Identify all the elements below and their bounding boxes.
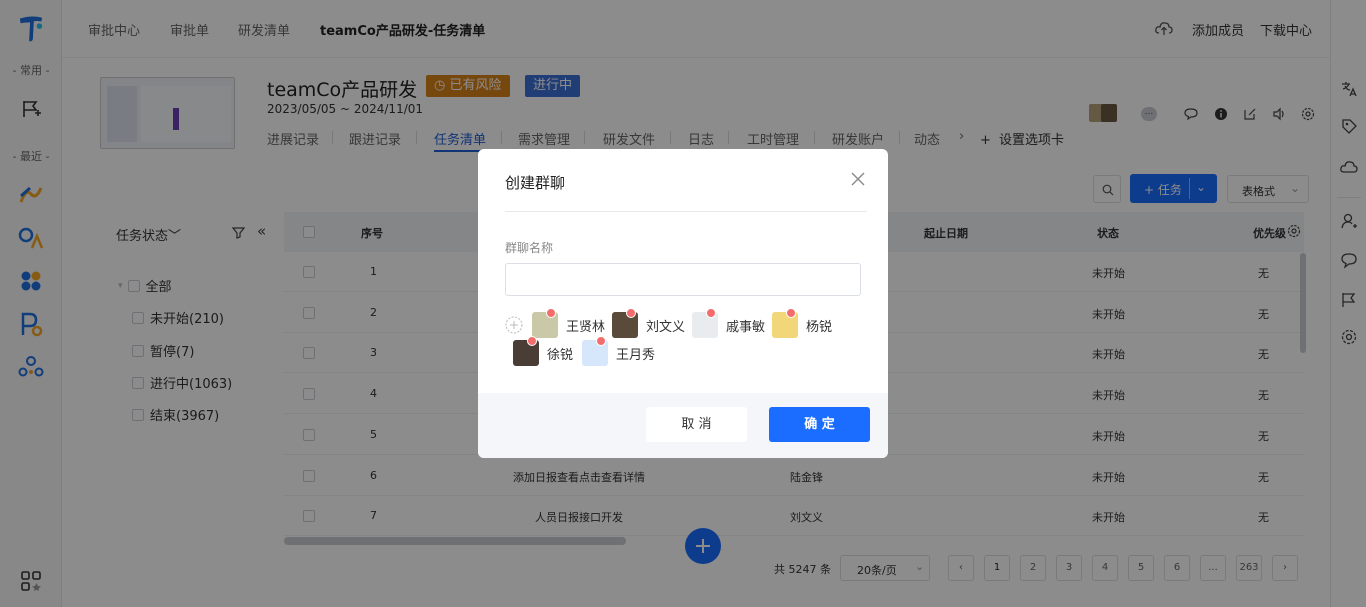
remove-member-icon[interactable] <box>706 308 716 318</box>
member-chip[interactable]: 王贤林 <box>532 308 606 338</box>
avatar <box>772 308 798 338</box>
modal-title: 创建群聊 <box>505 174 566 192</box>
group-name-input[interactable] <box>505 263 861 296</box>
remove-member-icon[interactable] <box>527 336 537 346</box>
close-icon[interactable] <box>850 171 866 187</box>
cancel-button[interactable]: 取 消 <box>646 407 747 442</box>
member-chip[interactable]: 徐锐 <box>513 336 574 366</box>
avatar <box>532 308 558 338</box>
avatar <box>612 308 638 338</box>
member-chip[interactable]: 刘文义 <box>612 308 686 338</box>
remove-member-icon[interactable] <box>786 308 796 318</box>
member-name: 戚事敏 <box>726 319 766 335</box>
remove-member-icon[interactable] <box>626 308 636 318</box>
create-group-chat-modal: 创建群聊 群聊名称 王贤林 刘文义 戚事敏 杨锐 徐锐 王月秀 取 消 确 定 <box>478 149 888 458</box>
member-name: 徐锐 <box>547 347 574 363</box>
avatar <box>582 336 608 366</box>
member-chip[interactable]: 杨锐 <box>772 308 833 338</box>
member-name: 刘文义 <box>646 319 686 335</box>
member-name: 杨锐 <box>806 319 833 335</box>
member-chip[interactable]: 王月秀 <box>582 336 656 366</box>
remove-member-icon[interactable] <box>546 308 556 318</box>
modal-footer: 取 消 确 定 <box>478 393 888 458</box>
member-name: 王月秀 <box>616 347 656 363</box>
confirm-button[interactable]: 确 定 <box>769 407 870 442</box>
modal-divider <box>505 211 867 212</box>
avatar <box>513 336 539 366</box>
remove-member-icon[interactable] <box>596 336 606 346</box>
group-name-label: 群聊名称 <box>505 241 554 255</box>
avatar <box>692 308 718 338</box>
add-member-icon[interactable] <box>505 316 523 334</box>
member-chip[interactable]: 戚事敏 <box>692 308 766 338</box>
member-name: 王贤林 <box>566 319 606 335</box>
